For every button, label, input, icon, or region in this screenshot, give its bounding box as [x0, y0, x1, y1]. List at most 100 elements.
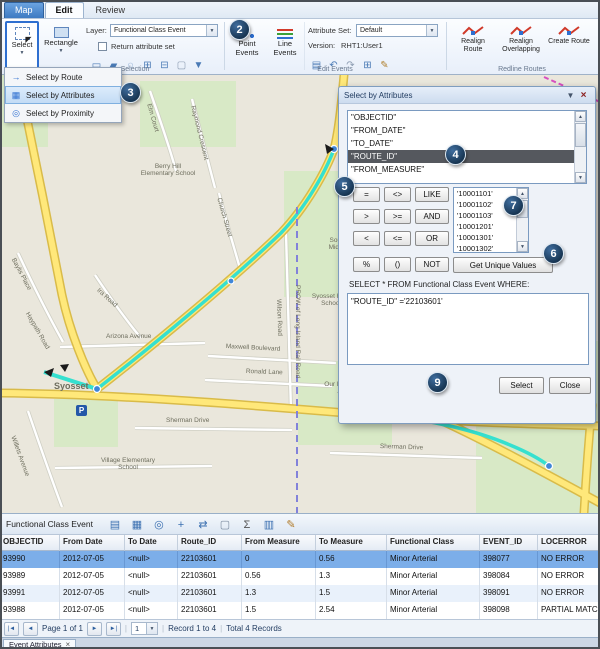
- select-button[interactable]: Select ▼: [5, 21, 39, 69]
- cell-objectid: 93988: [0, 602, 60, 619]
- ribbon-tabstrip: MapEditReview: [0, 0, 600, 19]
- chevron-down-icon: ▼: [20, 51, 25, 56]
- line-events-button[interactable]: Line Events: [268, 21, 302, 69]
- operator-less[interactable]: <: [353, 231, 380, 246]
- map-label-maxwell-boulevard: Maxwell Boulevard: [226, 343, 281, 353]
- dialog-close-button[interactable]: Close: [549, 377, 591, 394]
- cell-functional-class: Minor Arterial: [387, 602, 480, 619]
- column-header-to-measure[interactable]: To Measure: [316, 535, 387, 551]
- create-route-button[interactable]: Create Route: [546, 21, 592, 71]
- operator-and[interactable]: AND: [415, 209, 449, 224]
- rectangle-button[interactable]: Rectangle ▼: [41, 21, 81, 69]
- column-header-from-measure[interactable]: From Measure: [242, 535, 316, 551]
- dialog-select-button[interactable]: Select: [499, 377, 544, 394]
- column-header-event-id[interactable]: EVENT_ID: [480, 535, 538, 551]
- cell-objectid: 93989: [0, 568, 60, 585]
- operator-greater[interactable]: >: [353, 209, 380, 224]
- realign-overlapping-button[interactable]: Realign Overlapping: [498, 21, 544, 71]
- chevron-down-icon: ▼: [59, 49, 64, 54]
- layer-label: Layer:: [86, 26, 107, 35]
- statistics-icon[interactable]: Σ: [237, 516, 257, 533]
- menu-item-select-by-attributes[interactable]: ▦Select by Attributes: [5, 86, 121, 104]
- operator-less-equal[interactable]: <=: [384, 231, 411, 246]
- menu-item-label: Select by Proximity: [26, 109, 94, 118]
- value-item-10001302[interactable]: '10001302': [454, 243, 516, 252]
- layer-dropdown-value: Functional Class Event: [114, 27, 186, 34]
- query-textbox[interactable]: "ROUTE_ID" ='22103601': [347, 293, 589, 365]
- related-tables-icon[interactable]: ▤: [105, 516, 125, 533]
- get-unique-values-button[interactable]: Get Unique Values: [453, 257, 553, 273]
- callout-7: 7: [503, 195, 524, 216]
- first-page-button[interactable]: |◄: [4, 622, 19, 636]
- redline-routes-group-label: Redline Routes: [462, 66, 582, 73]
- column-header-functional-class[interactable]: Functional Class: [387, 535, 480, 551]
- callout-6: 6: [543, 243, 564, 264]
- column-header-to-date[interactable]: To Date: [125, 535, 178, 551]
- select-records-icon[interactable]: ▦: [127, 516, 147, 533]
- table-row-93990[interactable]: 939902012-07-05<null>2210360100.56Minor …: [0, 551, 600, 568]
- operator-not[interactable]: NOT: [415, 257, 449, 272]
- column-header-objectid[interactable]: OBJECTID: [0, 535, 60, 551]
- table-body: 939902012-07-05<null>2210360100.56Minor …: [0, 551, 600, 619]
- operator-like[interactable]: LIKE: [415, 187, 449, 202]
- cell-route-id: 22103601: [178, 568, 242, 585]
- return-attribute-set-label: Return attribute set: [111, 42, 175, 51]
- prev-page-button[interactable]: ◄: [23, 622, 38, 636]
- value-item-10001201[interactable]: '10001201': [454, 221, 516, 232]
- operator-percent[interactable]: %: [353, 257, 380, 272]
- edit-events-group-label: Edit Events: [275, 66, 395, 73]
- tab-edit[interactable]: Edit: [45, 2, 84, 18]
- map-label-ronald-lane: Ronald Lane: [246, 368, 283, 377]
- cell-route-id: 22103601: [178, 602, 242, 619]
- map-label-raymond-crescent: Raymond Crescent: [189, 105, 210, 161]
- cell-locerror: PARTIAL MATCH FOR THE TO-: [538, 602, 600, 619]
- attribute-set-dropdown[interactable]: Default ▼: [356, 24, 438, 37]
- map-label-arizona-avenue: Arizona Avenue: [106, 333, 151, 340]
- tab-map[interactable]: Map: [4, 2, 44, 18]
- table-row-93989[interactable]: 939892012-07-05<null>221036010.561.3Mino…: [0, 568, 600, 585]
- cell-objectid: 93990: [0, 551, 60, 568]
- column-header-route-id[interactable]: Route_ID: [178, 535, 242, 551]
- value-item-10001301[interactable]: '10001301': [454, 232, 516, 243]
- pan-to-selection-icon[interactable]: +: [171, 516, 191, 533]
- next-page-button[interactable]: ►: [87, 622, 102, 636]
- switch-selection-icon[interactable]: ⇄: [193, 516, 213, 533]
- table-row-93988[interactable]: 939882012-07-05<null>221036011.52.54Mino…: [0, 602, 600, 619]
- attribute-view-icon[interactable]: ▥: [259, 516, 279, 533]
- parking-symbol: P: [76, 405, 87, 416]
- operator-parentheses[interactable]: (): [384, 257, 411, 272]
- clear-selection-icon[interactable]: ▢: [215, 516, 235, 533]
- realign-route-button[interactable]: Realign Route: [450, 21, 496, 71]
- cell-from-date: 2012-07-05: [60, 585, 125, 602]
- operator-or[interactable]: OR: [415, 231, 449, 246]
- close-icon[interactable]: ×: [66, 640, 71, 649]
- return-attribute-set-checkbox[interactable]: [98, 42, 107, 51]
- table-row-93991[interactable]: 939912012-07-05<null>221036011.31.5Minor…: [0, 585, 600, 602]
- callout-9: 9: [427, 372, 448, 393]
- zoom-to-selection-icon[interactable]: ◎: [149, 516, 169, 533]
- layer-dropdown[interactable]: Functional Class Event ▼: [110, 24, 218, 37]
- table-toolbar: Functional Class Event ▤▦◎+⇄▢Σ▥✎: [0, 513, 600, 535]
- cell-locerror: NO ERROR: [538, 568, 600, 585]
- map-label-ira-road: Ira Road: [95, 287, 119, 309]
- map-label-elm-court: Elm Court: [145, 103, 160, 133]
- tab-review[interactable]: Review: [85, 2, 137, 18]
- map-label-baylis-place: Baylis Place: [9, 257, 32, 292]
- operator-equals[interactable]: =: [353, 187, 380, 202]
- menu-item-select-by-route[interactable]: →Select by Route: [5, 68, 121, 86]
- operator-not-equals[interactable]: <>: [384, 187, 411, 202]
- column-header-from-date[interactable]: From Date: [60, 535, 125, 551]
- column-header-locerror[interactable]: LOCERROR: [538, 535, 600, 551]
- record-range-text: Record 1 to 4: [168, 624, 216, 633]
- scroll-down-icon[interactable]: ▼: [517, 241, 528, 252]
- edit-attributes-icon[interactable]: ✎: [281, 516, 301, 533]
- select-menu: →Select by Route▦Select by Attributes◎Se…: [4, 67, 122, 123]
- realign-overlapping-label: Realign Overlapping: [499, 38, 543, 54]
- page-select[interactable]: 1 ▼: [131, 622, 158, 635]
- last-page-button[interactable]: ►|: [106, 622, 121, 636]
- tab-event-attributes[interactable]: Event Attributes ×: [3, 639, 76, 649]
- menu-item-select-by-proximity[interactable]: ◎Select by Proximity: [5, 104, 121, 122]
- operator-greater-equal[interactable]: >=: [384, 209, 411, 224]
- cell-route-id: 22103601: [178, 551, 242, 568]
- page-indicator: Page 1 of 1: [42, 624, 83, 633]
